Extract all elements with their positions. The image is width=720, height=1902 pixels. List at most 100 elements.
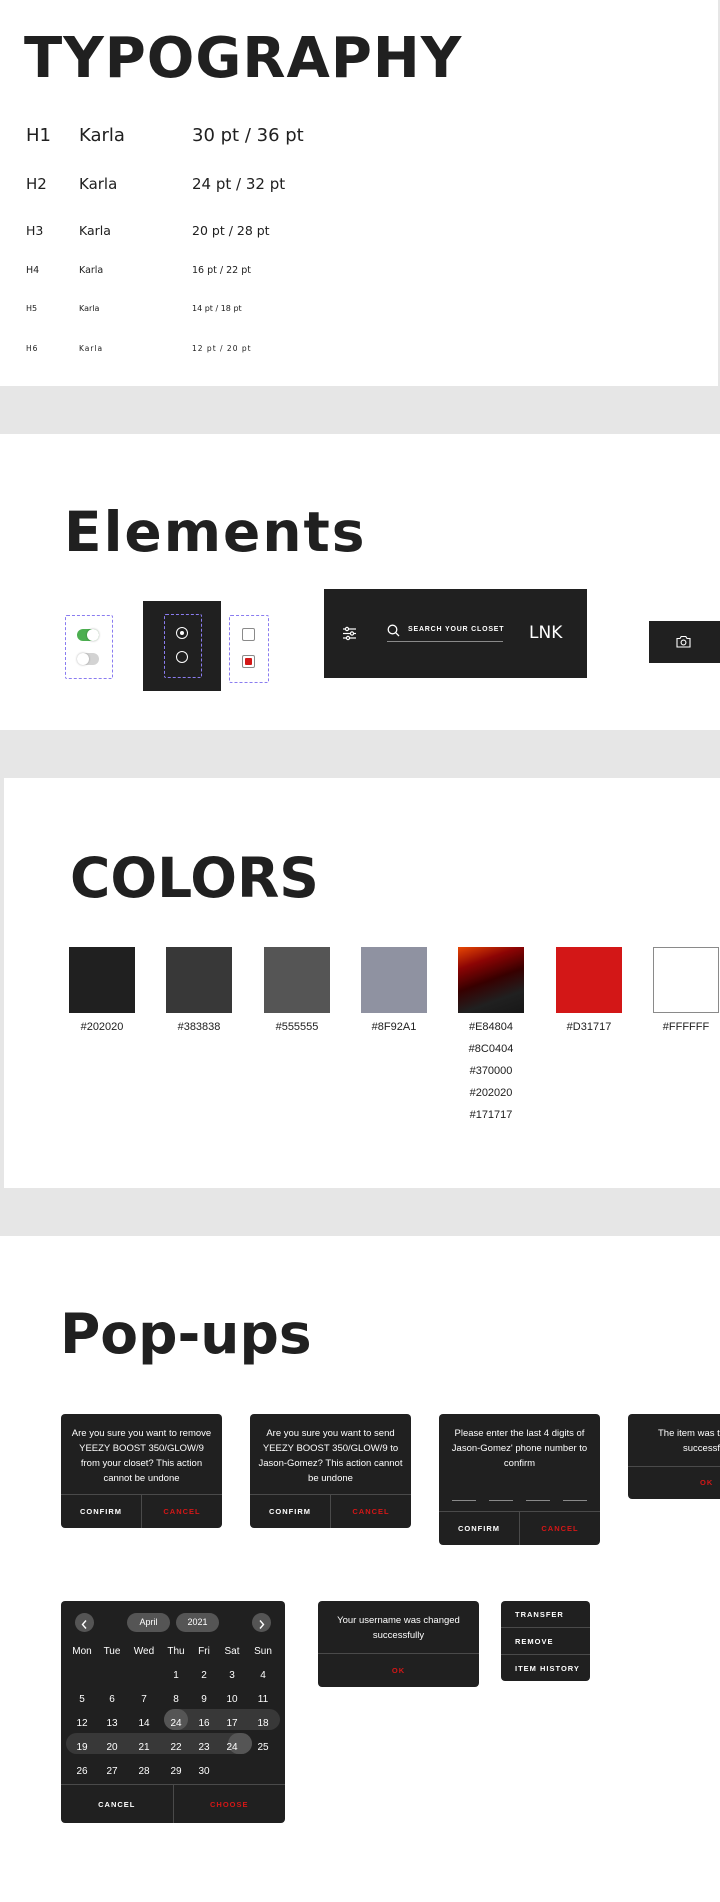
calendar-day[interactable]: 7 xyxy=(131,1694,157,1705)
calendar-day[interactable]: 6 xyxy=(99,1694,125,1705)
swatch-gradient xyxy=(458,947,524,1013)
digit-field-3[interactable] xyxy=(526,1500,550,1501)
cancel-button[interactable]: CANCEL xyxy=(331,1495,411,1528)
calendar-day[interactable]: 14 xyxy=(131,1718,157,1729)
weekday-label: Mon xyxy=(72,1646,92,1657)
hex-label: #202020 xyxy=(469,1087,513,1099)
calendar-day[interactable]: 8 xyxy=(163,1694,189,1705)
calendar-day[interactable]: 11 xyxy=(250,1694,276,1705)
calendar-day[interactable]: 23 xyxy=(191,1742,217,1753)
h6-tag: H6 xyxy=(26,344,39,353)
calendar-buttons: CANCEL CHOOSE xyxy=(61,1784,285,1823)
calendar-day[interactable]: 21 xyxy=(131,1742,157,1753)
remove-popup: Are you sure you want to remove YEEZY BO… xyxy=(61,1414,222,1528)
calendar-day[interactable]: 18 xyxy=(250,1718,276,1729)
toggle-off[interactable] xyxy=(77,653,99,665)
username-popup: Your username was changed successfully O… xyxy=(318,1601,479,1687)
calendar-day[interactable]: 25 xyxy=(250,1742,276,1753)
h4-font: Karla xyxy=(79,265,104,276)
typography-row-h4: H4 Karla 16 pt / 22 pt xyxy=(26,265,251,276)
checkbox-checked[interactable] xyxy=(242,655,255,668)
digit-field-2[interactable] xyxy=(489,1500,513,1501)
calendar-day[interactable]: 3 xyxy=(219,1670,245,1681)
calendar-day[interactable]: 26 xyxy=(69,1766,95,1777)
search-icon xyxy=(387,624,400,642)
calendar-cancel-button[interactable]: CANCEL xyxy=(61,1785,174,1823)
menu-item-transfer[interactable]: TRANSFER xyxy=(501,1601,590,1628)
calendar-day[interactable]: 24 xyxy=(219,1742,245,1753)
digit-field-1[interactable] xyxy=(452,1500,476,1501)
logo[interactable]: LNK xyxy=(529,623,562,643)
h4-size: 16 pt / 22 pt xyxy=(192,265,251,276)
calendar-day[interactable]: 12 xyxy=(69,1718,95,1729)
filter-icon[interactable] xyxy=(342,626,357,646)
menu-item-history[interactable]: ITEM HISTORY xyxy=(501,1655,590,1681)
typography-row-h3: H3 Karla 20 pt / 28 pt xyxy=(26,223,270,238)
calendar-day[interactable]: 27 xyxy=(99,1766,125,1777)
ok-button[interactable]: OK xyxy=(700,1478,713,1487)
calendar-day[interactable]: 28 xyxy=(131,1766,157,1777)
popup-divider xyxy=(628,1466,720,1467)
checkbox-group xyxy=(229,615,269,683)
send-message: Are you sure you want to send YEEZY BOOS… xyxy=(258,1428,403,1484)
calendar-day[interactable]: 9 xyxy=(191,1694,217,1705)
toggle-on[interactable] xyxy=(77,629,99,641)
h5-tag: H5 xyxy=(26,304,38,313)
swatch-8f92a1 xyxy=(361,947,427,1013)
h3-tag: H3 xyxy=(26,223,44,238)
camera-button[interactable] xyxy=(649,621,720,663)
popup-buttons: OK xyxy=(318,1653,479,1687)
typography-row-h1: H1 Karla 30 pt / 36 pt xyxy=(26,125,304,146)
calendar-day[interactable]: 19 xyxy=(69,1742,95,1753)
swatch-202020 xyxy=(69,947,135,1013)
calendar-day[interactable]: 5 xyxy=(69,1694,95,1705)
radio-unselected[interactable] xyxy=(176,651,188,663)
calendar-day[interactable]: 20 xyxy=(99,1742,125,1753)
calendar-day[interactable]: 17 xyxy=(219,1718,245,1729)
item-popup: The item was t successf OK xyxy=(628,1414,720,1499)
radio-group xyxy=(164,614,202,678)
calendar-day[interactable]: 10 xyxy=(219,1694,245,1705)
remove-message: Are you sure you want to remove YEEZY BO… xyxy=(71,1428,212,1484)
menu-item-remove[interactable]: REMOVE xyxy=(501,1628,590,1655)
year-select[interactable]: 2021 xyxy=(176,1613,219,1632)
confirm-button[interactable]: CONFIRM xyxy=(250,1495,331,1528)
popups-title: Pop-ups xyxy=(60,1302,312,1366)
cancel-button[interactable]: CANCEL xyxy=(520,1512,600,1545)
item-message-line2: successf xyxy=(683,1443,720,1454)
calendar-day[interactable]: 30 xyxy=(191,1766,217,1777)
calendar-day[interactable]: 2 xyxy=(191,1670,217,1681)
h2-size: 24 pt / 32 pt xyxy=(192,175,286,193)
radio-selected[interactable] xyxy=(176,627,188,639)
calendar-day[interactable]: 1 xyxy=(163,1670,189,1681)
search-input[interactable]: SEARCH YOUR CLOSET xyxy=(408,626,504,633)
phone-popup: Please enter the last 4 digits of Jason-… xyxy=(439,1414,600,1545)
next-month-button[interactable] xyxy=(252,1613,271,1632)
radio-dot xyxy=(179,630,184,635)
checkbox-unchecked[interactable] xyxy=(242,628,255,641)
context-menu: TRANSFER REMOVE ITEM HISTORY xyxy=(501,1601,590,1681)
hex-label: #D31717 xyxy=(566,1021,612,1033)
digit-field-4[interactable] xyxy=(563,1500,587,1501)
confirm-button[interactable]: CONFIRM xyxy=(61,1495,142,1528)
confirm-button[interactable]: CONFIRM xyxy=(439,1512,520,1545)
month-select[interactable]: April xyxy=(127,1613,170,1632)
calendar-day[interactable]: 24 xyxy=(163,1718,189,1729)
calendar-day[interactable]: 22 xyxy=(163,1742,189,1753)
calendar-day[interactable]: 16 xyxy=(191,1718,217,1729)
calendar-day[interactable]: 13 xyxy=(99,1718,125,1729)
swatch-d31717 xyxy=(556,947,622,1013)
hex-label: #370000 xyxy=(469,1065,513,1077)
cancel-button[interactable]: CANCEL xyxy=(142,1495,222,1528)
h5-font: Karla xyxy=(79,304,100,313)
prev-month-button[interactable] xyxy=(75,1613,94,1632)
calendar-day[interactable]: 4 xyxy=(250,1670,276,1681)
h1-size: 30 pt / 36 pt xyxy=(192,125,304,146)
h4-tag: H4 xyxy=(26,265,40,276)
calendar-choose-button[interactable]: CHOOSE xyxy=(174,1785,286,1823)
ok-button[interactable]: OK xyxy=(318,1654,479,1687)
hex-label: #171717 xyxy=(469,1109,513,1121)
h6-size: 12 pt / 20 pt xyxy=(192,344,252,353)
calendar-day[interactable]: 29 xyxy=(163,1766,189,1777)
h6-font: Karla xyxy=(79,344,104,353)
